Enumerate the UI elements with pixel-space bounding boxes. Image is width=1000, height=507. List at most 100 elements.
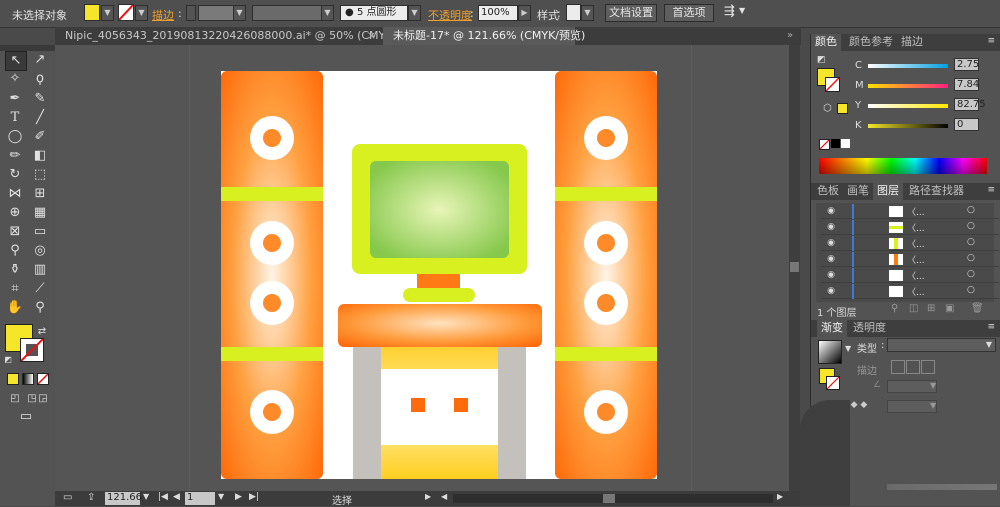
none-swatch[interactable]	[819, 139, 830, 150]
target-icon[interactable]: ○	[967, 253, 975, 263]
pencil-icon[interactable]: ✏	[5, 147, 25, 165]
visibility-eye-icon[interactable]: ◉	[826, 238, 836, 248]
selection-tool-icon[interactable]: ↖	[5, 51, 27, 71]
draw-inside-icon[interactable]: ◲	[37, 390, 49, 408]
color-mode-icon[interactable]	[7, 373, 19, 385]
status-menu-icon[interactable]: ▶	[425, 492, 431, 501]
gradient-stroke-option[interactable]	[921, 360, 935, 374]
stroke-link[interactable]: 描边	[152, 7, 174, 23]
gradient-stroke-option[interactable]	[906, 360, 920, 374]
visibility-eye-icon[interactable]: ◉	[826, 206, 836, 216]
scroll-right-icon[interactable]: ▶	[777, 492, 783, 501]
color-spectrum[interactable]	[819, 158, 987, 174]
pen-icon[interactable]: ✒	[5, 90, 25, 108]
fill-dropdown[interactable]: ▼	[101, 5, 114, 21]
layer-row[interactable]: ◉ 〈... ○	[821, 220, 999, 235]
paintbrush-icon[interactable]: ✐	[30, 128, 50, 146]
gamut-swatch[interactable]	[837, 103, 848, 114]
new-sublayer-icon[interactable]: ⊞	[927, 303, 935, 314]
new-layer-icon[interactable]: ▣	[945, 303, 954, 314]
tab-untitled-17[interactable]: 未标题-17* @ 121.66% (CMYK/预览) ×	[383, 27, 585, 45]
layer-row[interactable]: ◉ 〈... ○	[821, 236, 999, 251]
gradient-slider[interactable]	[887, 484, 997, 490]
y-slider[interactable]	[868, 104, 948, 108]
arrange-icon[interactable]: ⇶	[724, 4, 735, 19]
tab-nipic-document[interactable]: Nipic_4056343_20190813220426088000.ai* @…	[55, 27, 422, 45]
swap-colors-icon[interactable]: ⇄	[36, 323, 48, 341]
target-icon[interactable]: ○	[967, 221, 975, 231]
opacity-dropdown[interactable]: ▶	[518, 5, 531, 21]
gradient-stroke-option[interactable]	[891, 360, 905, 374]
symbol-sprayer-icon[interactable]: ⚱	[5, 261, 25, 279]
eyedropper-icon[interactable]: ⚲	[5, 242, 25, 260]
artboard-nav-icon[interactable]: ▭	[63, 492, 72, 503]
line-icon[interactable]: ╱	[30, 109, 50, 127]
stroke-color-swatch[interactable]	[20, 338, 44, 362]
panel-menu-icon[interactable]: ≡	[987, 185, 995, 195]
brush-dropdown[interactable]: ▼	[408, 5, 421, 21]
hand-icon[interactable]: ✋	[5, 299, 25, 317]
tab-pathfinder[interactable]: 路径查找器	[905, 183, 968, 200]
layer-row[interactable]: ◉ 〈... ○	[821, 204, 999, 219]
c-slider[interactable]	[868, 64, 948, 68]
eraser-icon[interactable]: ◧	[30, 147, 50, 165]
variable-width-dropdown[interactable]: ▼	[321, 5, 334, 21]
y-value-field[interactable]: 82.75	[954, 98, 986, 111]
c-value-field[interactable]: 2.75	[954, 58, 979, 71]
rotate-icon[interactable]: ↻	[5, 166, 25, 184]
magic-wand-icon[interactable]: ✧	[5, 70, 25, 88]
lasso-icon[interactable]: ϙ	[30, 70, 50, 88]
target-icon[interactable]: ○	[967, 285, 975, 295]
scale-icon[interactable]: ⬚	[30, 166, 50, 184]
column-graph-icon[interactable]: ▥	[30, 261, 50, 279]
stroke-weight-dropdown[interactable]: ▼	[233, 5, 246, 21]
stroke-weight-field[interactable]	[198, 5, 234, 21]
tab-color[interactable]: 颜色	[811, 34, 841, 51]
page-field[interactable]: 1	[185, 492, 215, 505]
out-of-gamut-icon[interactable]: ⬡	[823, 103, 832, 114]
opacity-field[interactable]: 100%	[478, 5, 518, 21]
clipping-mask-icon[interactable]: ◫	[909, 303, 918, 314]
stroke-weight-stepper[interactable]	[186, 5, 196, 21]
shape-builder-icon[interactable]: ⊕	[5, 204, 25, 222]
style-dropdown[interactable]: ▼	[581, 5, 594, 21]
panel-menu-icon[interactable]: ≡	[987, 36, 995, 46]
close-icon[interactable]: ×	[367, 27, 376, 44]
target-icon[interactable]: ○	[967, 269, 975, 279]
desk-top[interactable]	[338, 304, 542, 347]
k-value-field[interactable]: 0	[954, 118, 979, 131]
curvature-icon[interactable]: ✎	[30, 90, 50, 108]
canvas-area[interactable]	[55, 45, 800, 491]
visibility-eye-icon[interactable]: ◉	[826, 270, 836, 280]
target-icon[interactable]: ○	[967, 237, 975, 247]
blend-icon[interactable]: ◎	[30, 242, 50, 260]
arrange-dropdown-icon[interactable]: ▼	[739, 6, 745, 15]
m-value-field[interactable]: 7.84	[954, 78, 979, 91]
gradient-preset-dropdown-icon[interactable]: ▼	[845, 344, 851, 353]
locate-object-icon[interactable]: ⚲	[891, 303, 898, 314]
direct-selection-icon[interactable]: ↗	[30, 51, 50, 69]
vertical-scrollbar[interactable]	[789, 45, 800, 491]
zoom-field[interactable]: 121.66	[105, 492, 142, 505]
style-swatch[interactable]	[566, 4, 581, 21]
visibility-eye-icon[interactable]: ◉	[826, 286, 836, 296]
m-slider[interactable]	[868, 84, 948, 88]
target-icon[interactable]: ○	[967, 205, 975, 215]
page-dropdown-icon[interactable]: ▼	[218, 492, 224, 501]
fill-swatch[interactable]	[84, 4, 100, 21]
delete-layer-icon[interactable]: 🗑	[971, 303, 984, 314]
stroke-dropdown[interactable]: ▼	[135, 5, 148, 21]
default-fill-stroke-icon[interactable]: ◩	[817, 55, 827, 65]
horizontal-scroll-thumb[interactable]	[603, 494, 615, 503]
close-icon[interactable]: ×	[560, 27, 569, 44]
gradient-stroke-swatch[interactable]	[826, 376, 840, 390]
black-swatch[interactable]	[831, 139, 840, 148]
tab-swatches[interactable]: 色板	[813, 183, 843, 200]
panel-stroke-swatch[interactable]	[825, 77, 840, 92]
zoom-icon[interactable]: ⚲	[30, 299, 50, 317]
variable-width-field[interactable]	[252, 5, 322, 21]
panel-menu-icon[interactable]: ≡	[987, 322, 995, 332]
perspective-grid-icon[interactable]: ▦	[30, 204, 50, 222]
tab-transparency[interactable]: 透明度	[849, 320, 890, 337]
visibility-eye-icon[interactable]: ◉	[826, 222, 836, 232]
